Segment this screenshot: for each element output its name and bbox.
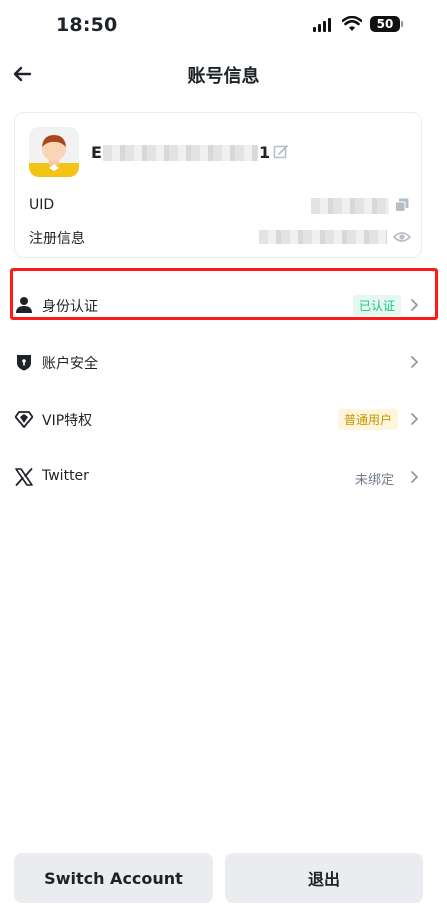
register-info-label: 注册信息: [29, 231, 85, 247]
menu-label-vip: VIP特权: [42, 413, 93, 429]
menu-label-twitter: Twitter: [42, 468, 89, 484]
shield-icon: [17, 355, 31, 371]
username-prefix: E: [91, 143, 102, 162]
edit-icon[interactable]: [273, 144, 289, 160]
menu-row-twitter[interactable]: Twitter 未绑定: [0, 452, 447, 502]
diamond-icon: [15, 411, 33, 428]
battery-icon: 50: [370, 16, 400, 32]
chevron-right-icon: [411, 471, 418, 483]
status-badge-vip-level: 普通用户: [338, 409, 399, 430]
twitter-bind-status: 未绑定: [355, 473, 395, 488]
switch-account-button[interactable]: Switch Account: [14, 853, 213, 903]
register-info-redacted: [259, 230, 387, 244]
uid-value-redacted: [311, 198, 389, 214]
battery-cap: [401, 21, 403, 27]
status-time: 18:50: [56, 14, 118, 36]
highlight-annotation-box: [10, 268, 438, 320]
logout-button[interactable]: 退出: [225, 853, 423, 903]
avatar-image: [29, 127, 79, 177]
eye-icon[interactable]: [393, 230, 411, 244]
chevron-right-icon: [411, 413, 418, 425]
cellular-signal-icon: [313, 18, 333, 32]
status-bar: 18:50 50: [0, 0, 447, 50]
chevron-right-icon: [411, 356, 418, 368]
username-redacted: [103, 145, 258, 161]
menu-label-security: 账户安全: [42, 356, 98, 372]
x-logo-icon: [15, 468, 33, 486]
copy-icon[interactable]: [395, 198, 409, 212]
menu-row-security[interactable]: 账户安全: [0, 337, 447, 387]
wifi-icon: [342, 16, 362, 31]
profile-card: E 1 UID 注册信息: [14, 112, 422, 258]
avatar[interactable]: [29, 127, 79, 177]
page-title: 账号信息: [187, 66, 260, 87]
menu-row-vip[interactable]: VIP特权 普通用户: [0, 394, 447, 444]
uid-label: UID: [29, 197, 55, 213]
username-suffix: 1: [259, 143, 271, 162]
